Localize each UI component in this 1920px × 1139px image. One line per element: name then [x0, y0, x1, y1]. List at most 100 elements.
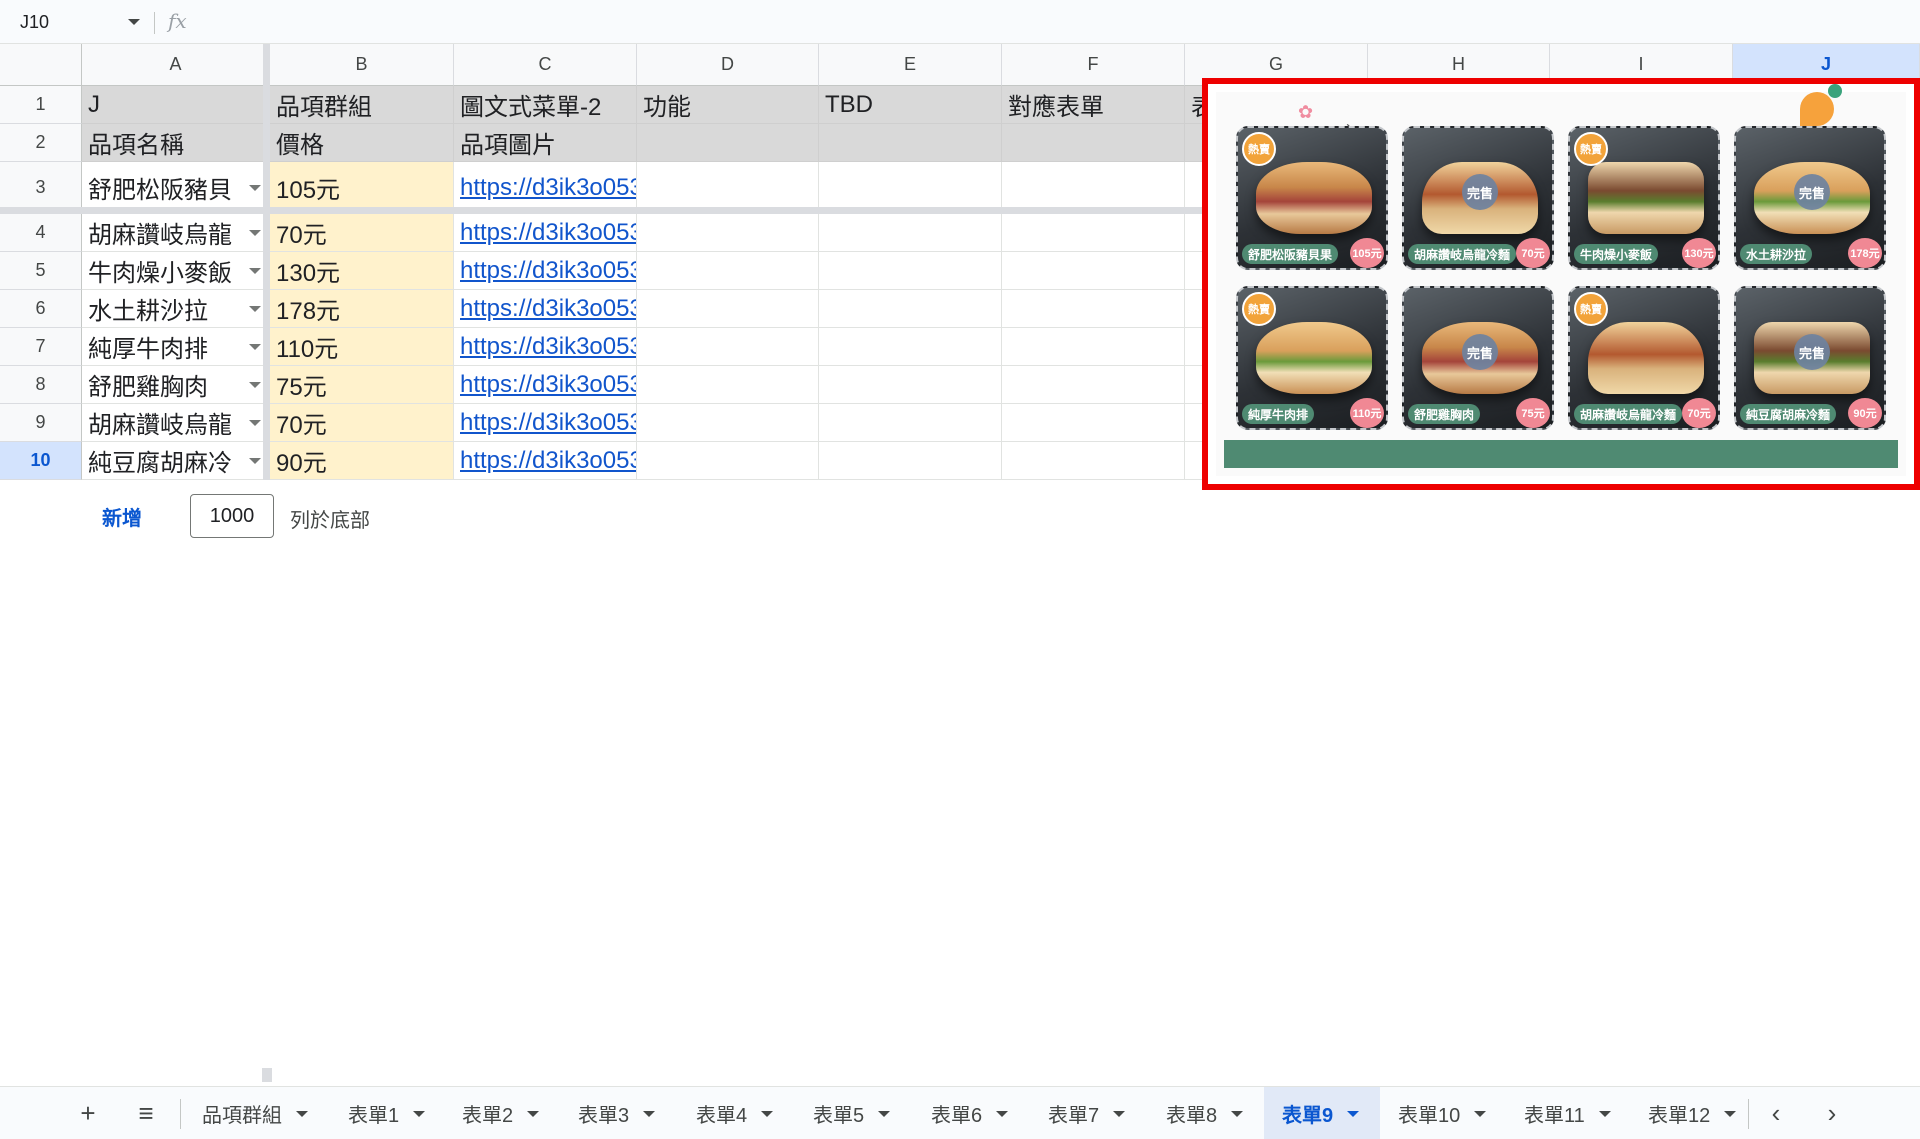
sheet-tab[interactable]: 表單2: [444, 1087, 560, 1139]
row-header-6[interactable]: 6: [0, 290, 82, 328]
header-cell[interactable]: 功能: [637, 86, 819, 124]
add-rows-button[interactable]: 新增: [102, 502, 142, 531]
image-link-cell-text[interactable]: https://d3ik3o053: [460, 219, 636, 247]
grid-cell[interactable]: [637, 404, 819, 442]
row-header-10[interactable]: 10: [0, 442, 82, 480]
grid-cell[interactable]: [819, 214, 1002, 252]
sheet-tab[interactable]: 表單12: [1630, 1087, 1746, 1139]
chevron-down-icon[interactable]: [761, 1110, 774, 1117]
menu-card[interactable]: 熱賣 牛肉燥小麥飯 130元: [1568, 126, 1720, 270]
grid-cell[interactable]: [637, 290, 819, 328]
header-cell[interactable]: 對應表單: [1002, 86, 1185, 124]
grid-cell[interactable]: [637, 214, 819, 252]
horizontal-scroll-handle[interactable]: [262, 1068, 272, 1082]
sheet-tab[interactable]: 表單7: [1030, 1087, 1148, 1139]
sheet-tab[interactable]: 表單9: [1264, 1087, 1380, 1139]
grid-cell[interactable]: [1002, 290, 1185, 328]
row-header-5[interactable]: 5: [0, 252, 82, 290]
column-header-c[interactable]: C: [454, 44, 637, 86]
grid-cell[interactable]: [819, 252, 1002, 290]
image-link-cell[interactable]: https://d3ik3o053: [454, 442, 637, 480]
row-header-7[interactable]: 7: [0, 328, 82, 366]
column-header-f[interactable]: F: [1002, 44, 1185, 86]
chevron-down-icon[interactable]: [249, 343, 261, 350]
chevron-down-icon[interactable]: [296, 1110, 308, 1117]
header-cell[interactable]: [1002, 124, 1185, 162]
price-cell[interactable]: 70元: [270, 404, 454, 442]
chevron-down-icon[interactable]: [249, 229, 261, 236]
grid-cell[interactable]: [819, 366, 1002, 404]
frozen-row-divider[interactable]: [0, 207, 1368, 214]
column-header-a[interactable]: A: [82, 44, 270, 86]
frozen-column-divider[interactable]: [263, 44, 270, 480]
grid-cell[interactable]: [1002, 252, 1185, 290]
image-link-cell-text[interactable]: https://d3ik3o053: [460, 333, 636, 361]
chevron-down-icon[interactable]: [643, 1110, 656, 1117]
chevron-down-icon[interactable]: [413, 1110, 426, 1117]
header-cell[interactable]: 品項群組: [270, 86, 454, 124]
grid-cell[interactable]: [1002, 328, 1185, 366]
header-cell[interactable]: 品項名稱: [82, 124, 270, 162]
chevron-down-icon[interactable]: [996, 1110, 1009, 1117]
chevron-down-icon[interactable]: [249, 305, 261, 312]
sheet-tab[interactable]: 表單10: [1380, 1087, 1506, 1139]
header-cell[interactable]: J: [82, 86, 270, 124]
image-link-cell[interactable]: https://d3ik3o053: [454, 404, 637, 442]
image-link-cell-text[interactable]: https://d3ik3o053: [460, 257, 636, 285]
image-link-cell[interactable]: https://d3ik3o053: [454, 214, 637, 252]
row-header-9[interactable]: 9: [0, 404, 82, 442]
chevron-down-icon[interactable]: [527, 1110, 540, 1117]
row-header-4[interactable]: 4: [0, 214, 82, 252]
sheet-tab[interactable]: 表單8: [1148, 1087, 1264, 1139]
price-cell[interactable]: 70元: [270, 214, 454, 252]
chevron-down-icon[interactable]: [1598, 1110, 1611, 1117]
price-cell[interactable]: 130元: [270, 252, 454, 290]
sheet-tab[interactable]: 表單6: [913, 1087, 1030, 1139]
chevron-right-icon[interactable]: ›: [1812, 1087, 1852, 1139]
price-cell[interactable]: 90元: [270, 442, 454, 480]
sheet-tab[interactable]: 品項群組: [184, 1087, 330, 1139]
image-link-cell[interactable]: https://d3ik3o053: [454, 252, 637, 290]
menu-card[interactable]: 熱賣 純厚牛肉排 110元: [1236, 286, 1388, 430]
chevron-down-icon[interactable]: [1113, 1110, 1126, 1117]
chevron-down-icon[interactable]: [1231, 1110, 1244, 1117]
sheet-tab[interactable]: 表單1: [330, 1087, 444, 1139]
image-link-cell[interactable]: https://d3ik3o053: [454, 328, 637, 366]
header-cell[interactable]: 圖文式菜單-2: [454, 86, 637, 124]
chevron-down-icon[interactable]: [249, 457, 261, 464]
chevron-down-icon[interactable]: [249, 419, 261, 426]
chevron-down-icon[interactable]: [1724, 1110, 1737, 1117]
header-cell[interactable]: [637, 124, 819, 162]
image-link-cell-text[interactable]: https://d3ik3o053: [460, 295, 636, 323]
grid-cell[interactable]: [1002, 366, 1185, 404]
item-name-cell[interactable]: 胡麻讚岐烏龍: [82, 404, 270, 442]
grid-cell[interactable]: [819, 442, 1002, 480]
row-header-8[interactable]: 8: [0, 366, 82, 404]
image-link-cell-text[interactable]: https://d3ik3o053: [460, 174, 636, 202]
chevron-down-icon[interactable]: [1474, 1110, 1487, 1117]
item-name-cell[interactable]: 水土耕沙拉: [82, 290, 270, 328]
item-name-cell[interactable]: 純厚牛肉排: [82, 328, 270, 366]
grid-cell[interactable]: [637, 442, 819, 480]
item-name-cell[interactable]: 純豆腐胡麻冷: [82, 442, 270, 480]
grid-cell[interactable]: [819, 404, 1002, 442]
menu-image-overlay[interactable]: ✿ 、 熱賣 舒肥松阪豬貝果 105元 完售 胡麻讚岐烏龍冷麵 70元 熱賣 牛肉燥小麥飯 13…: [1202, 78, 1920, 490]
chevron-down-icon[interactable]: [249, 267, 261, 274]
column-header-e[interactable]: E: [819, 44, 1002, 86]
image-link-cell-text[interactable]: https://d3ik3o053: [460, 371, 636, 399]
menu-card[interactable]: 完售 胡麻讚岐烏龍冷麵 70元: [1402, 126, 1554, 270]
chevron-down-icon[interactable]: [249, 381, 261, 388]
column-header-d[interactable]: D: [637, 44, 819, 86]
grid-cell[interactable]: [1002, 214, 1185, 252]
chevron-down-icon[interactable]: [128, 19, 140, 25]
grid-cell[interactable]: [1002, 442, 1185, 480]
sheet-tab[interactable]: 表單11: [1506, 1087, 1630, 1139]
grid-cell[interactable]: [1002, 404, 1185, 442]
item-name-cell[interactable]: 舒肥雞胸肉: [82, 366, 270, 404]
item-name-cell[interactable]: 牛肉燥小麥飯: [82, 252, 270, 290]
header-cell[interactable]: 品項圖片: [454, 124, 637, 162]
all-sheets-menu-icon[interactable]: ≡: [126, 1087, 166, 1139]
row-header-1[interactable]: 1: [0, 86, 82, 124]
menu-card[interactable]: 完售 水土耕沙拉 178元: [1734, 126, 1886, 270]
image-link-cell-text[interactable]: https://d3ik3o053: [460, 447, 636, 475]
